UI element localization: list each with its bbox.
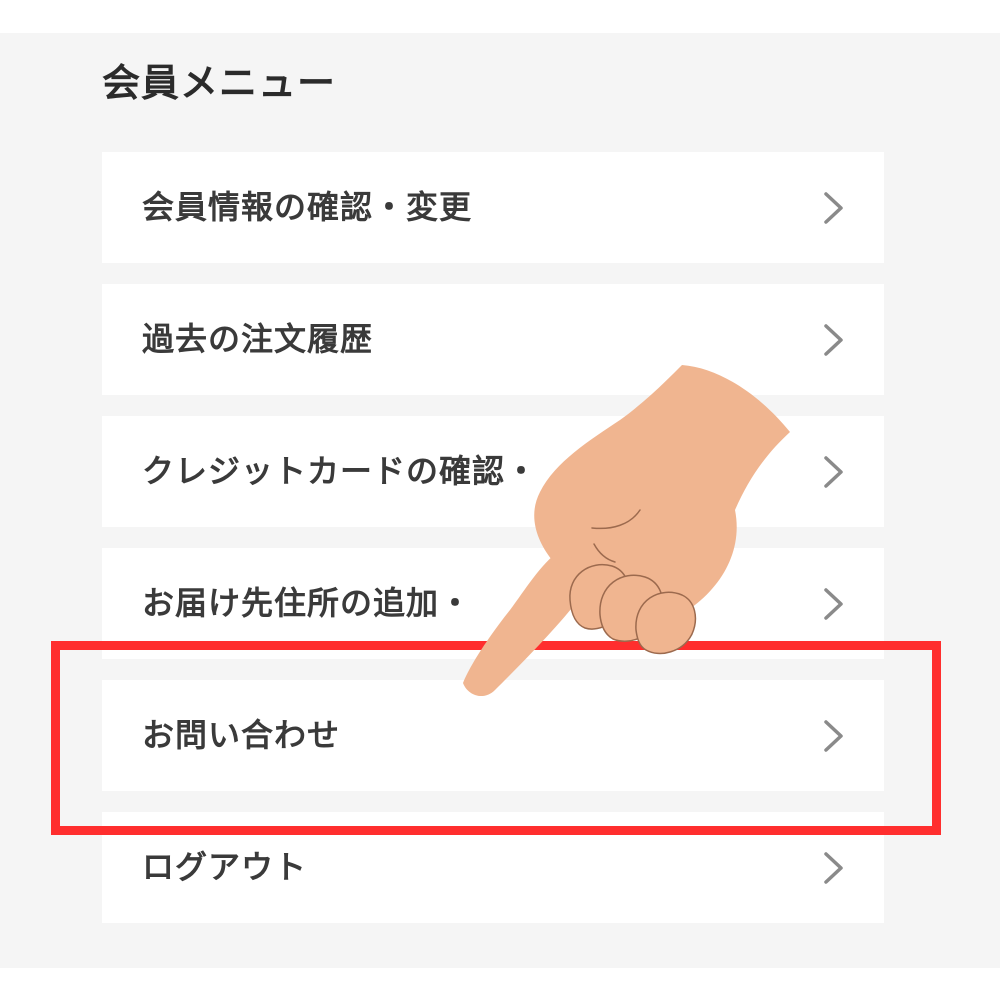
menu-item-label: お届け先住所の追加・ [142, 584, 473, 622]
menu-item-shipping-address[interactable]: お届け先住所の追加・ [102, 548, 884, 659]
chevron-right-icon [824, 456, 843, 488]
menu-item-label: 過去の注文履歴 [142, 320, 374, 358]
menu-item-label: ログアウト [142, 848, 308, 886]
chevron-right-icon [824, 852, 843, 884]
menu-item-label: クレジットカードの確認・ [142, 452, 539, 490]
menu-item-member-info[interactable]: 会員情報の確認・変更 [102, 152, 884, 263]
chevron-right-icon [824, 588, 843, 620]
chevron-right-icon [824, 324, 843, 356]
menu-item-order-history[interactable]: 過去の注文履歴 [102, 284, 884, 395]
menu-title: 会員メニュー [102, 61, 337, 105]
menu-item-contact[interactable]: お問い合わせ [102, 680, 884, 791]
member-menu-list: 会員情報の確認・変更 過去の注文履歴 クレジットカードの確認・ お届け先住所の追… [102, 152, 884, 944]
menu-item-label: 会員情報の確認・変更 [142, 188, 473, 226]
menu-item-label: お問い合わせ [142, 716, 341, 754]
page: 会員メニュー 会員情報の確認・変更 過去の注文履歴 クレジットカードの確認・ お… [0, 0, 1000, 1000]
chevron-right-icon [824, 192, 843, 224]
menu-item-credit-card[interactable]: クレジットカードの確認・ [102, 416, 884, 527]
chevron-right-icon [824, 720, 843, 752]
menu-item-logout[interactable]: ログアウト [102, 812, 884, 923]
